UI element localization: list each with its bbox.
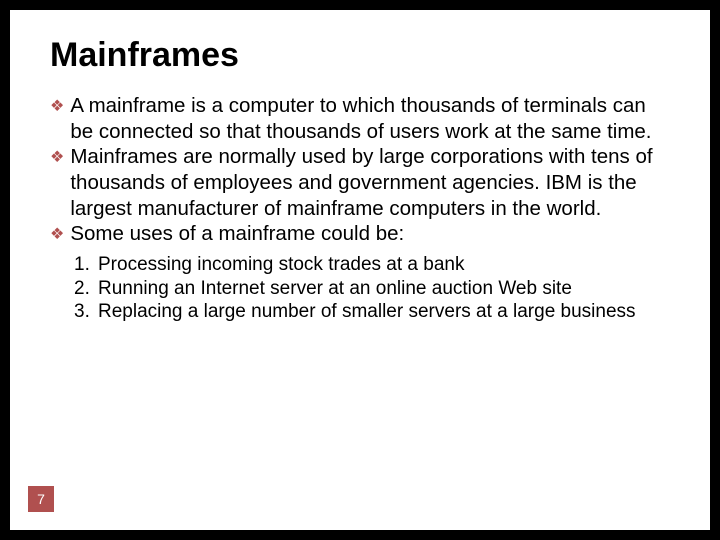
item-number: 3. xyxy=(74,300,98,324)
diamond-icon: ❖ xyxy=(50,97,64,144)
numbered-text: Running an Internet server at an online … xyxy=(98,277,572,301)
page-number-badge: 7 xyxy=(28,486,54,512)
diamond-icon: ❖ xyxy=(50,225,64,247)
bullet-list: ❖ A mainframe is a computer to which tho… xyxy=(50,93,670,247)
numbered-list: 1. Processing incoming stock trades at a… xyxy=(74,253,670,324)
numbered-item: 2. Running an Internet server at an onli… xyxy=(74,277,670,301)
bullet-item: ❖ A mainframe is a computer to which tho… xyxy=(50,93,670,144)
item-number: 2. xyxy=(74,277,98,301)
item-number: 1. xyxy=(74,253,98,277)
slide-title: Mainframes xyxy=(50,36,670,75)
bullet-text: A mainframe is a computer to which thous… xyxy=(70,93,670,144)
bullet-text: Some uses of a mainframe could be: xyxy=(70,221,404,247)
diamond-icon: ❖ xyxy=(50,148,64,221)
slide: Mainframes ❖ A mainframe is a computer t… xyxy=(10,10,710,530)
numbered-item: 1. Processing incoming stock trades at a… xyxy=(74,253,670,277)
numbered-text: Processing incoming stock trades at a ba… xyxy=(98,253,464,277)
bullet-item: ❖ Some uses of a mainframe could be: xyxy=(50,221,670,247)
numbered-item: 3. Replacing a large number of smaller s… xyxy=(74,300,670,324)
numbered-text: Replacing a large number of smaller serv… xyxy=(98,300,636,324)
bullet-item: ❖ Mainframes are normally used by large … xyxy=(50,144,670,221)
bullet-text: Mainframes are normally used by large co… xyxy=(70,144,670,221)
